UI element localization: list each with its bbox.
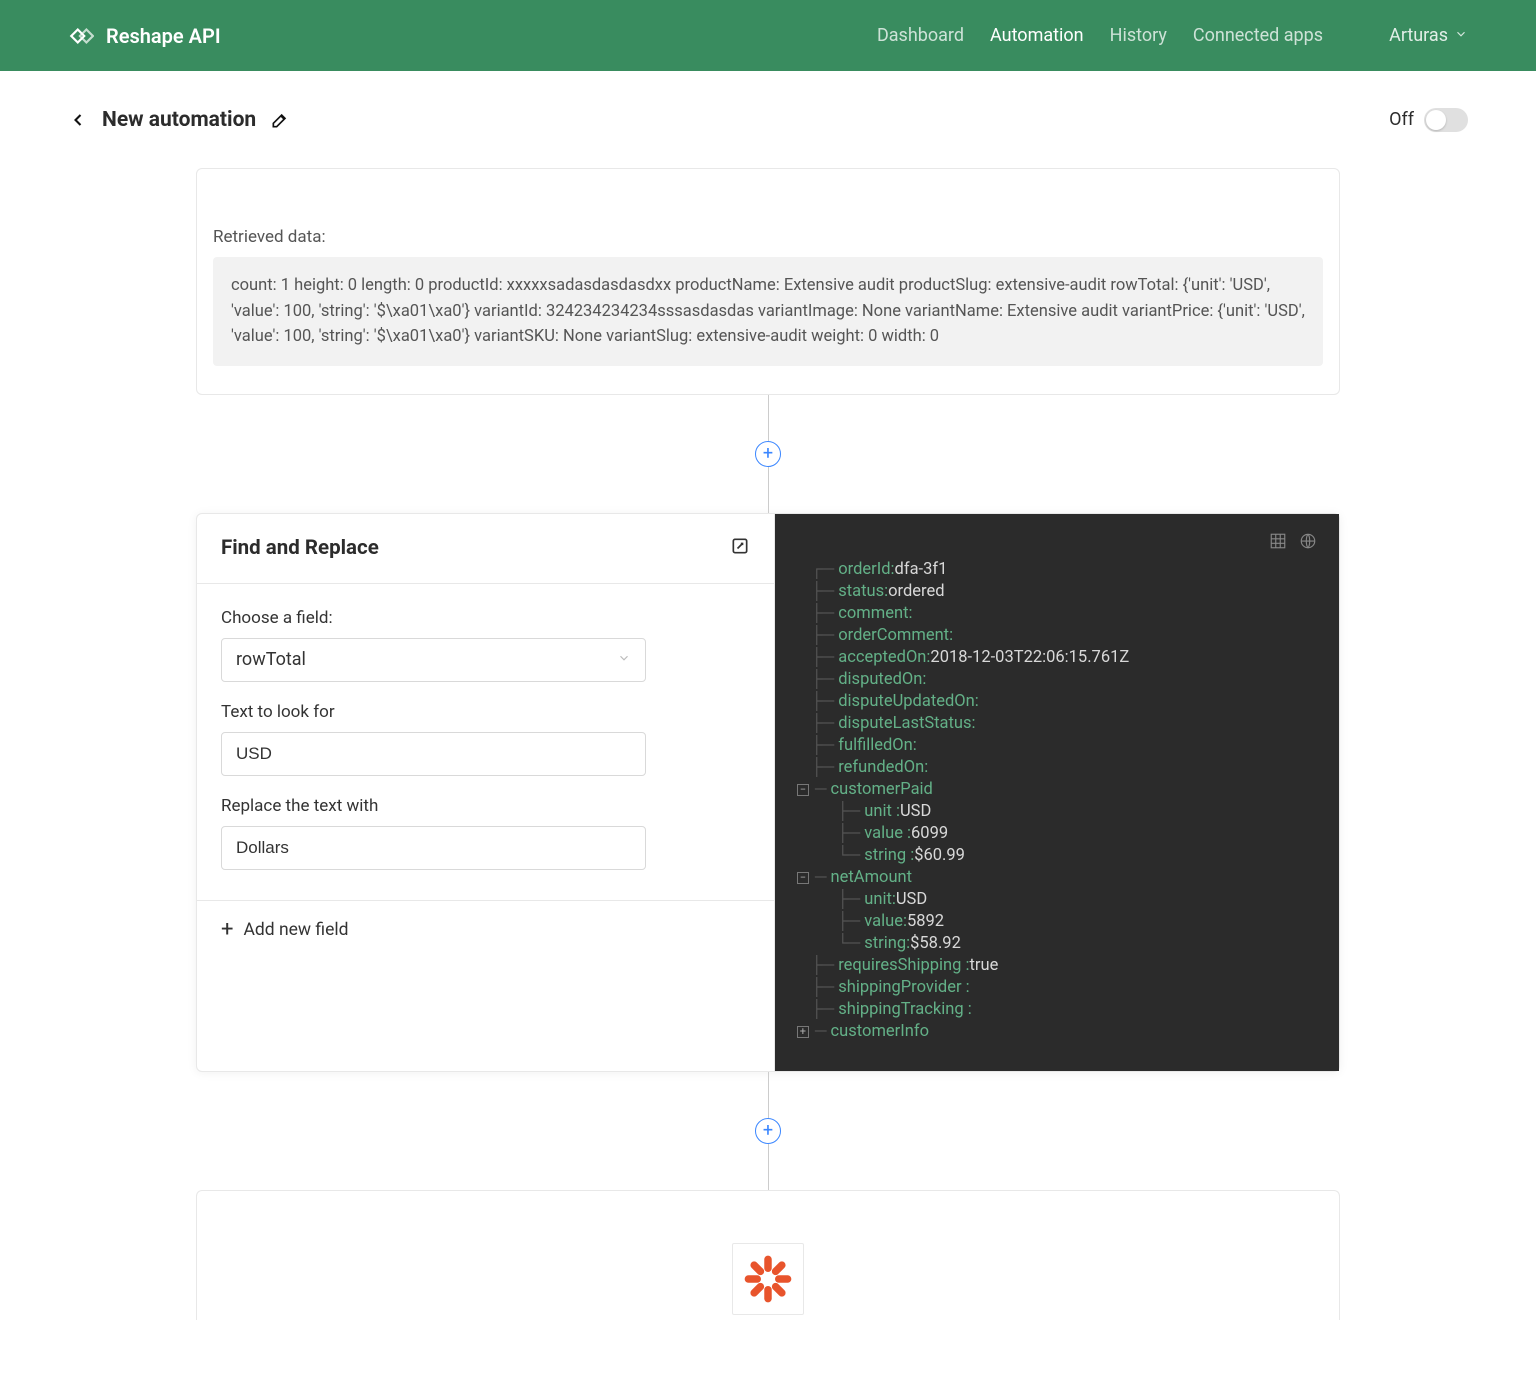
preview-table-view-icon[interactable] — [1269, 532, 1287, 555]
automation-toggle[interactable] — [1424, 108, 1468, 132]
retrieved-data-label: Retrieved data: — [213, 227, 1323, 247]
app-header: Reshape API Dashboard Automation History… — [0, 0, 1536, 71]
page-title: New automation — [102, 108, 256, 132]
collapse-icon[interactable]: − — [797, 784, 809, 796]
tree-row: ├─value : 6099 — [797, 823, 1317, 845]
top-nav: Dashboard Automation History Connected a… — [877, 25, 1468, 46]
nav-dashboard[interactable]: Dashboard — [877, 25, 964, 46]
tree-row: ├─disputedOn: — [797, 669, 1317, 691]
nav-connected-apps[interactable]: Connected apps — [1193, 25, 1323, 46]
text-to-look-for-label: Text to look for — [221, 702, 750, 722]
page-subheader: New automation Off — [0, 71, 1536, 169]
text-to-look-for-input[interactable] — [221, 732, 646, 776]
zapier-logo-icon — [732, 1243, 804, 1315]
tree-row: +─customerInfo — [797, 1021, 1317, 1043]
user-name: Arturas — [1389, 25, 1448, 46]
nav-automation[interactable]: Automation — [990, 25, 1084, 46]
action-step-card — [196, 1190, 1340, 1320]
choose-field-label: Choose a field: — [221, 608, 750, 628]
step-title: Find and Replace — [221, 536, 379, 560]
retrieved-data-output: count: 1 height: 0 length: 0 productId: … — [213, 257, 1323, 366]
tree-row: ├─comment: — [797, 603, 1317, 625]
tree-row: ├─disputeUpdatedOn: — [797, 691, 1317, 713]
tree-row: −─customerPaid — [797, 779, 1317, 801]
tree-row: ├─orderComment: — [797, 625, 1317, 647]
preview-globe-view-icon[interactable] — [1299, 532, 1317, 555]
find-replace-config-pane: Find and Replace Choose a field: rowTota… — [197, 514, 775, 1071]
tree-row: └─string : $60.99 — [797, 845, 1317, 867]
edit-title-button[interactable] — [270, 110, 290, 130]
automation-canvas: On new order Test again — [0, 168, 1536, 1360]
tree-row: └─string: $58.92 — [797, 933, 1317, 955]
tree-row: ├─acceptedOn: 2018-12-03T22:06:15.761Z — [797, 647, 1317, 669]
nav-history[interactable]: History — [1110, 25, 1167, 46]
add-step-button[interactable]: + — [755, 1118, 781, 1144]
add-step-button[interactable]: + — [755, 441, 781, 467]
replace-with-input[interactable] — [221, 826, 646, 870]
user-menu[interactable]: Arturas — [1389, 25, 1468, 46]
tree-row: ┌─orderId: dfa-3f1 — [797, 559, 1317, 581]
toggle-knob — [1426, 110, 1446, 130]
tree-row: ├─disputeLastStatus: — [797, 713, 1317, 735]
choose-field-select[interactable]: rowTotal — [221, 638, 646, 682]
connector: + — [196, 1072, 1340, 1190]
chevron-down-icon — [1454, 25, 1468, 46]
data-preview-pane: ┌─orderId: dfa-3f1 ├─status: ordered ├─c… — [775, 514, 1339, 1071]
connector: + — [196, 395, 1340, 513]
tree-row: ├─status: ordered — [797, 581, 1317, 603]
plus-icon: + — [221, 919, 233, 941]
tree-row: ├─refundedOn: — [797, 757, 1317, 779]
add-new-field-label: Add new field — [243, 920, 348, 940]
find-replace-step-card: Find and Replace Choose a field: rowTota… — [196, 513, 1340, 1072]
back-button[interactable] — [68, 110, 88, 130]
chevron-down-icon — [617, 649, 631, 670]
tree-row: ├─fulfilledOn: — [797, 735, 1317, 757]
tree-row: ├─unit : USD — [797, 801, 1317, 823]
json-tree: ┌─orderId: dfa-3f1 ├─status: ordered ├─c… — [797, 559, 1317, 1043]
collapse-icon[interactable]: − — [797, 872, 809, 884]
tree-row: ├─requiresShipping : true — [797, 955, 1317, 977]
choose-field-value: rowTotal — [236, 649, 306, 670]
automation-toggle-label: Off — [1389, 109, 1414, 130]
tree-row: ├─value: 5892 — [797, 911, 1317, 933]
tree-row: ├─shippingTracking : — [797, 999, 1317, 1021]
brand-area: Reshape API — [68, 23, 221, 49]
trigger-step-card: On new order Test again — [196, 168, 1340, 395]
replace-with-label: Replace the text with — [221, 796, 750, 816]
add-new-field-button[interactable]: + Add new field — [197, 900, 774, 959]
brand-logo-icon — [68, 23, 94, 49]
edit-step-button[interactable] — [730, 536, 750, 561]
tree-row: ├─shippingProvider : — [797, 977, 1317, 999]
expand-icon[interactable]: + — [797, 1026, 809, 1038]
brand-name: Reshape API — [106, 24, 221, 48]
tree-row: −─netAmount — [797, 867, 1317, 889]
tree-row: ├─unit: USD — [797, 889, 1317, 911]
